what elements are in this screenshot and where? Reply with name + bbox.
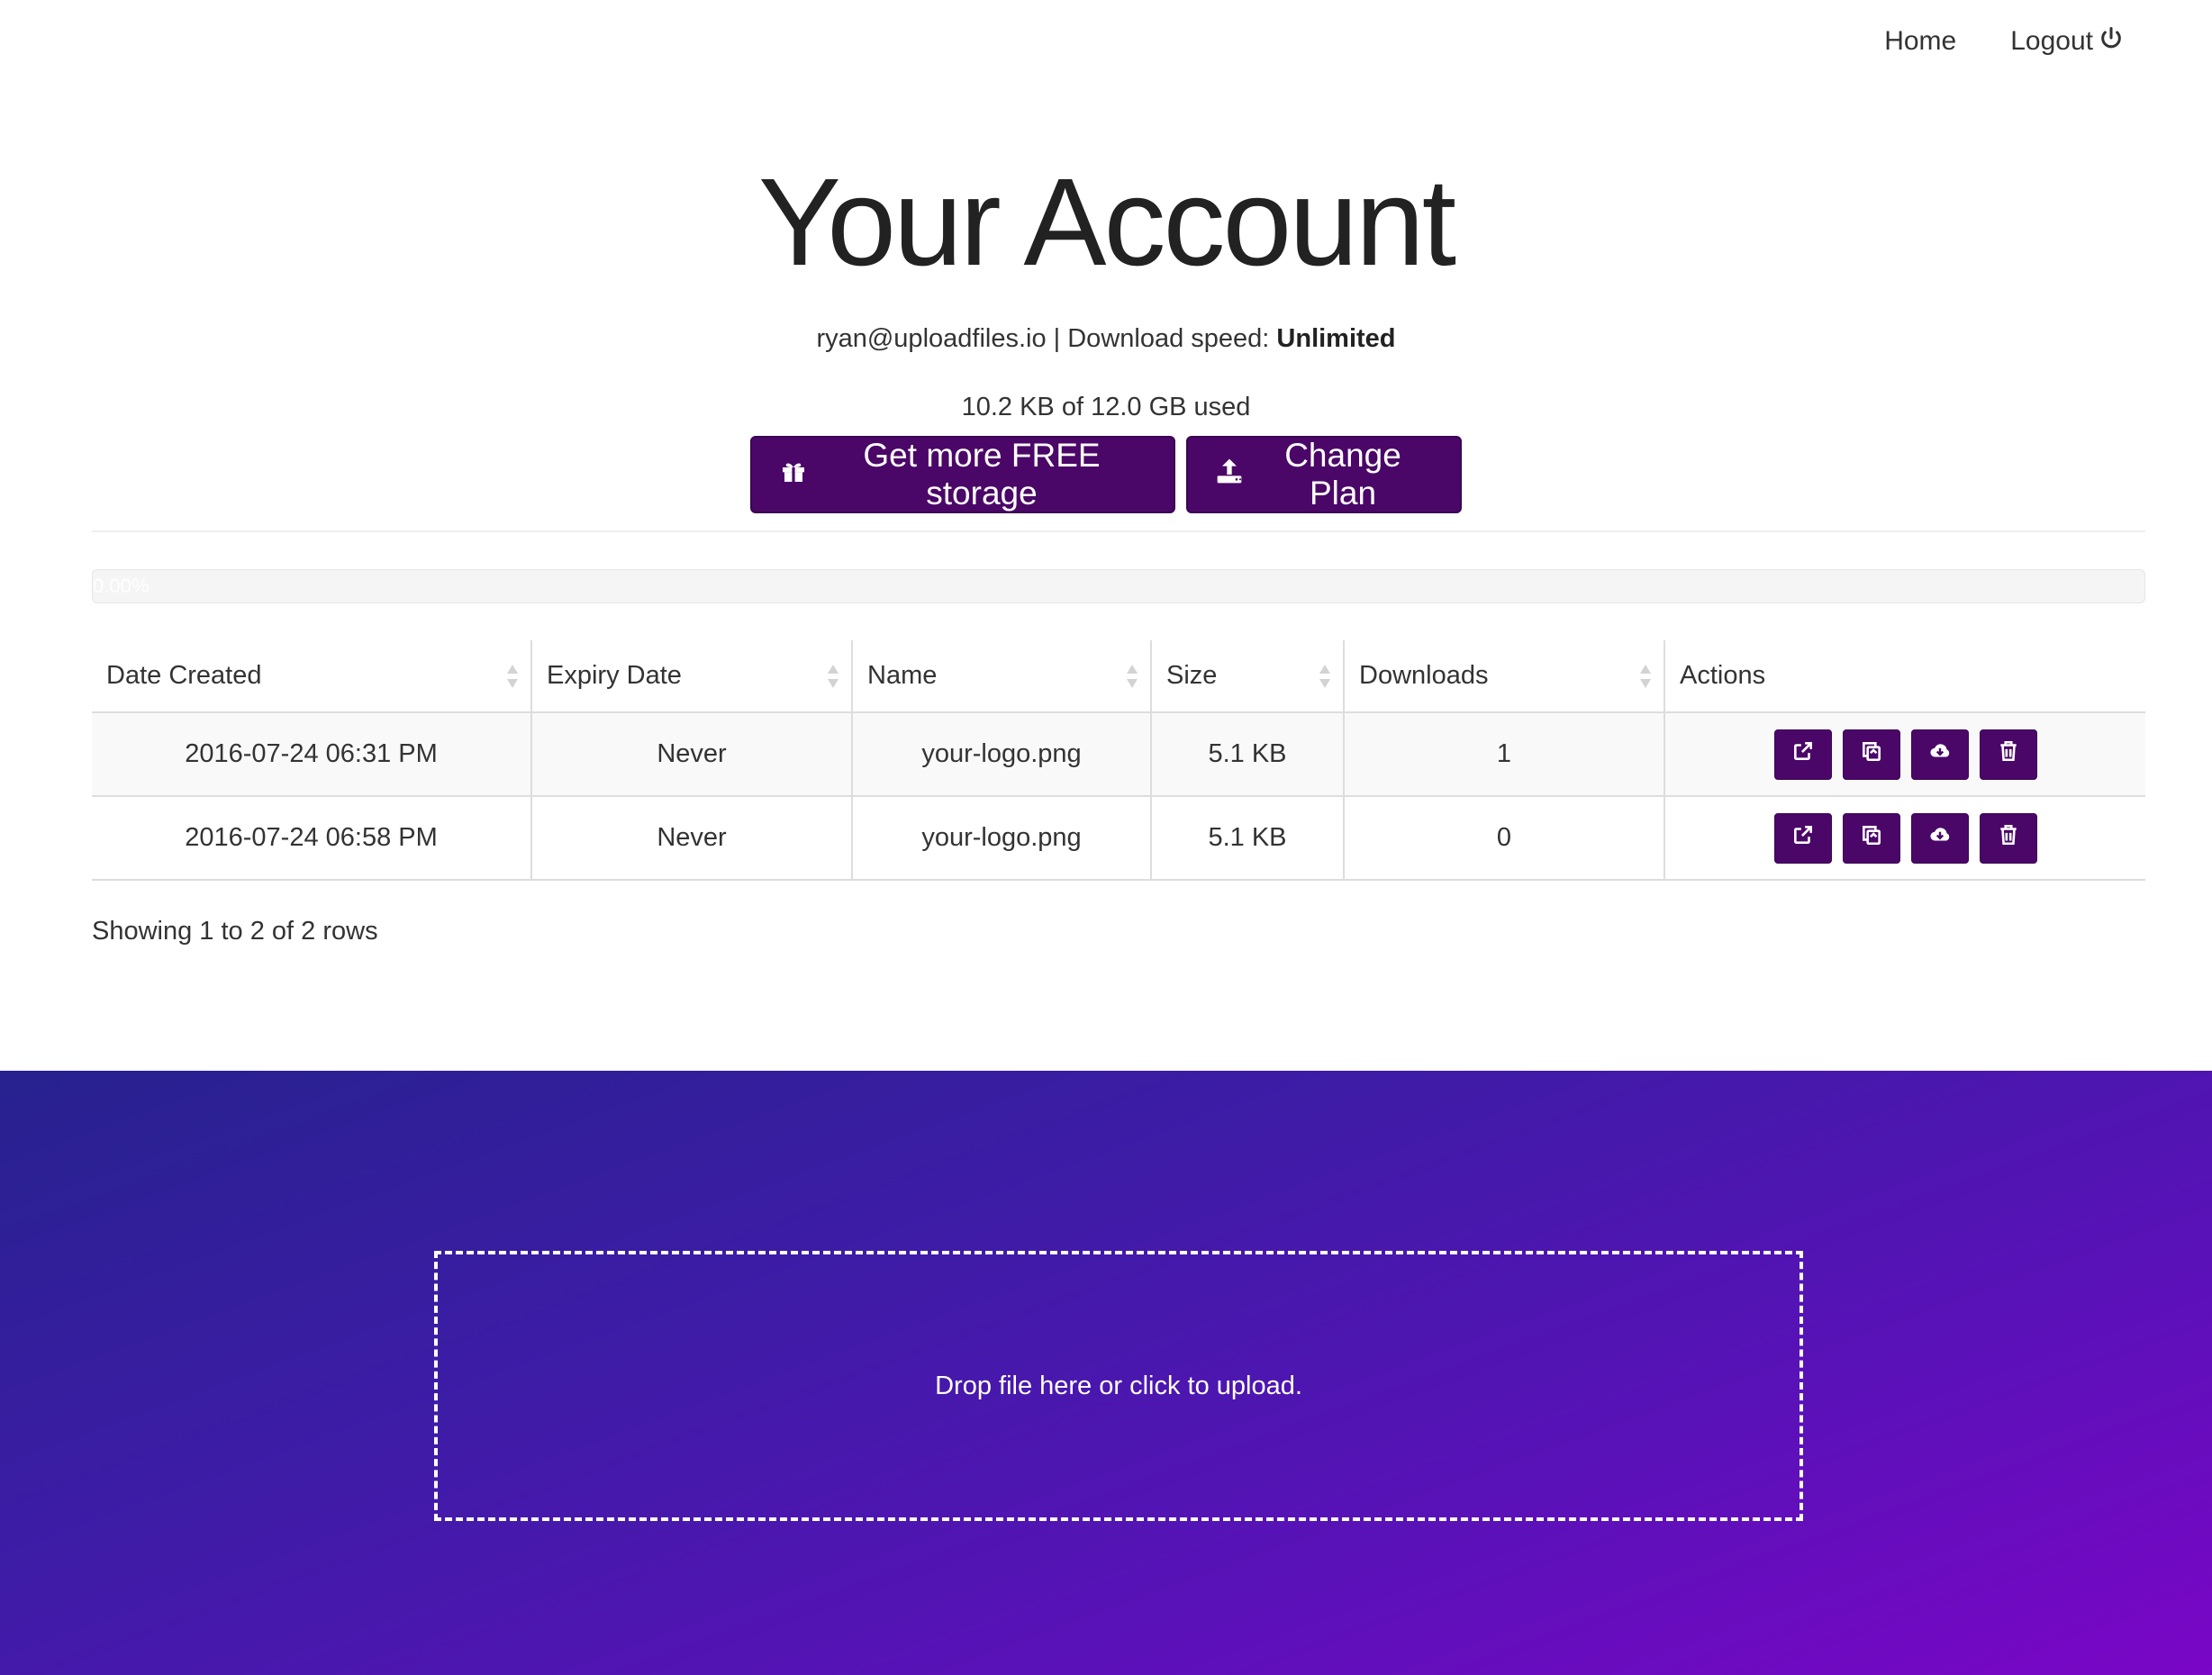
files-table: Date Created Expiry Date Name Size Downl… xyxy=(92,640,2145,881)
copy-icon xyxy=(1860,823,1883,854)
sort-icon xyxy=(1318,663,1332,690)
cell-date-created: 2016-07-24 06:58 PM xyxy=(92,796,531,881)
cell-actions xyxy=(1664,796,2145,881)
nav-home-link[interactable]: Home xyxy=(1884,26,1956,57)
top-nav: Home Logout xyxy=(1884,25,2124,58)
account-info: ryan@uploadfiles.io | Download speed: Un… xyxy=(0,324,2212,354)
delete-button[interactable] xyxy=(1979,729,2037,780)
column-header-name[interactable]: Name xyxy=(851,640,1151,713)
cell-size: 5.1 KB xyxy=(1150,796,1344,881)
table-row: 2016-07-24 06:58 PM Never your-logo.png … xyxy=(92,796,2145,881)
cell-downloads: 1 xyxy=(1343,712,1664,797)
external-link-icon xyxy=(1791,823,1815,854)
copy-icon xyxy=(1860,739,1883,770)
trash-icon xyxy=(1997,823,2020,854)
column-header-downloads[interactable]: Downloads xyxy=(1343,640,1664,713)
account-actions: Get more FREE storage Change Plan xyxy=(0,436,2212,513)
copy-link-button[interactable] xyxy=(1842,729,1900,780)
change-plan-label: Change Plan xyxy=(1284,437,1401,512)
nav-home-label: Home xyxy=(1884,26,1957,56)
column-header-expiry-date[interactable]: Expiry Date xyxy=(530,640,852,713)
get-free-storage-button[interactable]: Get more FREE storage xyxy=(750,436,1175,513)
open-link-button[interactable] xyxy=(1773,812,1832,864)
upload-icon xyxy=(1215,456,1244,493)
nav-logout-link[interactable]: Logout xyxy=(2010,25,2124,58)
sort-icon xyxy=(505,663,520,690)
cell-name: your-logo.png xyxy=(851,796,1151,881)
open-link-button[interactable] xyxy=(1773,729,1832,780)
cell-expiry-date: Never xyxy=(530,796,852,881)
cloud-download-icon xyxy=(1928,823,1952,854)
speed-value: Unlimited xyxy=(1276,324,1396,353)
table-row: 2016-07-24 06:31 PM Never your-logo.png … xyxy=(92,712,2145,797)
cloud-download-icon xyxy=(1928,739,1952,770)
nav-logout-label: Logout xyxy=(2010,26,2093,56)
cell-date-created: 2016-07-24 06:31 PM xyxy=(92,712,531,797)
download-button[interactable] xyxy=(1910,812,1969,864)
delete-button[interactable] xyxy=(1979,812,2037,864)
cell-size: 5.1 KB xyxy=(1150,712,1344,797)
trash-icon xyxy=(1997,739,2020,770)
gift-icon xyxy=(779,456,808,493)
upload-progress-bar: 0.00% xyxy=(92,569,2145,603)
divider xyxy=(92,530,2145,532)
sort-icon xyxy=(826,663,840,690)
dropzone-prompt: Drop file here or click to upload. xyxy=(935,1371,1302,1400)
storage-usage: 10.2 KB of 12.0 GB used xyxy=(961,393,1251,421)
sort-icon xyxy=(1638,663,1653,690)
table-header-row: Date Created Expiry Date Name Size Downl… xyxy=(92,640,2145,713)
cell-downloads: 0 xyxy=(1343,796,1664,881)
cell-expiry-date: Never xyxy=(530,712,852,797)
progress-label: 0.00% xyxy=(93,575,150,597)
column-header-date-created[interactable]: Date Created xyxy=(92,640,531,713)
pagination-info: Showing 1 to 2 of 2 rows xyxy=(92,917,378,946)
speed-label: | Download speed: xyxy=(1046,324,1277,353)
account-email: ryan@uploadfiles.io xyxy=(816,324,1047,353)
sort-icon xyxy=(1125,663,1139,690)
copy-link-button[interactable] xyxy=(1842,812,1900,864)
column-header-actions: Actions xyxy=(1664,640,2145,713)
upload-dropzone[interactable]: Drop file here or click to upload. xyxy=(434,1251,1803,1521)
change-plan-button[interactable]: Change Plan xyxy=(1186,436,1462,513)
get-free-storage-label: Get more FREE storage xyxy=(863,437,1101,512)
external-link-icon xyxy=(1791,739,1815,770)
upload-section: Drop file here or click to upload. xyxy=(0,1071,2212,1675)
cell-name: your-logo.png xyxy=(851,712,1151,797)
cell-actions xyxy=(1664,712,2145,797)
power-icon xyxy=(2099,25,2124,58)
download-button[interactable] xyxy=(1910,729,1969,780)
page-title: Your Account xyxy=(757,153,1456,292)
column-header-size[interactable]: Size xyxy=(1150,640,1344,713)
